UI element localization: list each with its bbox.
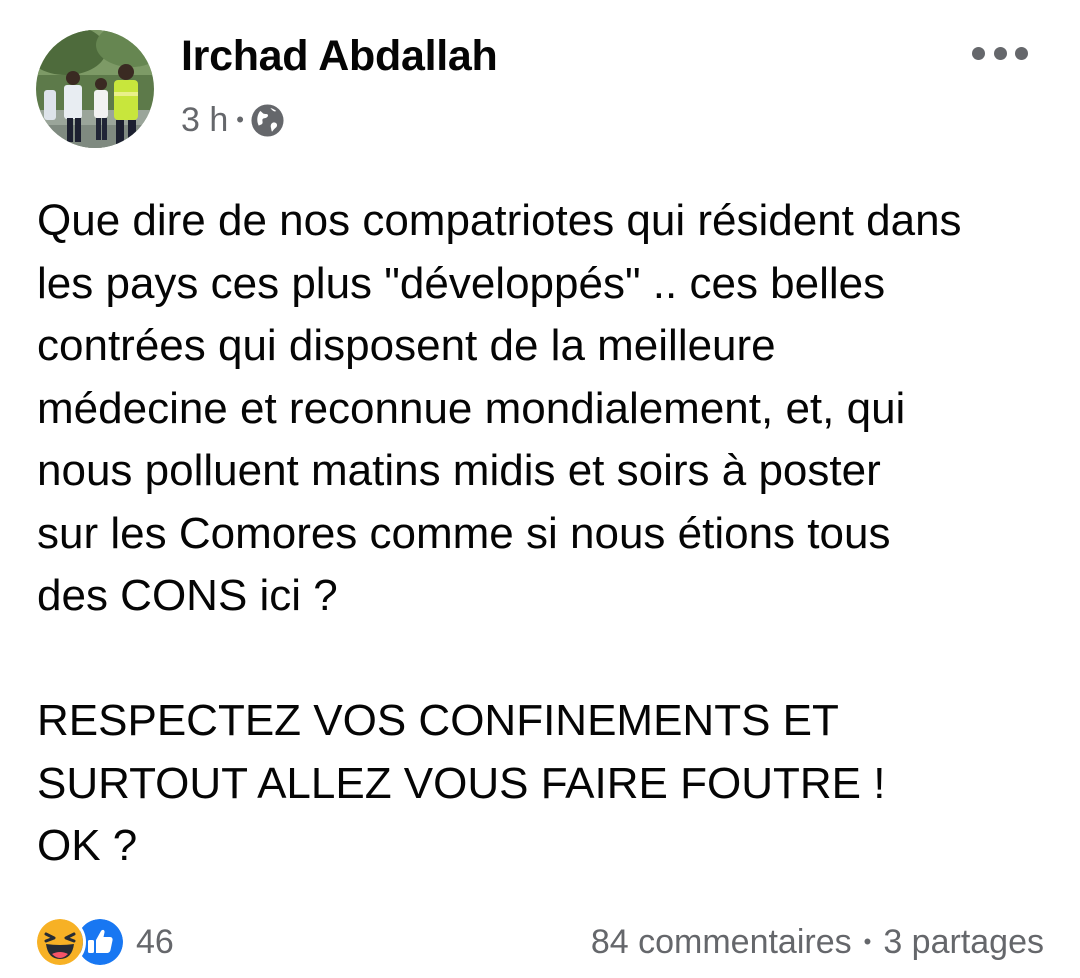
post-text-line: des CONS ici ? bbox=[37, 571, 338, 620]
more-dot bbox=[993, 46, 1007, 60]
author-avatar[interactable] bbox=[36, 30, 154, 148]
post-text-line: nous polluent matins midis et soirs à po… bbox=[37, 446, 881, 495]
shares-count-link[interactable]: 3 partages bbox=[883, 923, 1044, 962]
more-dot bbox=[972, 46, 985, 60]
post-text-line: OK ? bbox=[37, 821, 138, 870]
haha-reaction-icon bbox=[34, 916, 86, 968]
reaction-count: 46 bbox=[136, 922, 174, 961]
post-meta: 3 h • bbox=[181, 98, 285, 142]
reactions-summary[interactable]: 46 bbox=[34, 915, 174, 969]
author-name[interactable]: Irchad Abdallah bbox=[181, 32, 498, 81]
post-text-line: les pays ces plus "développés" .. ces be… bbox=[37, 258, 886, 308]
globe-icon[interactable] bbox=[250, 103, 285, 138]
facebook-post: Irchad Abdallah 3 h • Que dire de nos co… bbox=[0, 0, 1080, 978]
post-text-line: médecine et reconnue mondialement, et, q… bbox=[37, 383, 906, 433]
post-text-line: Que dire de nos compatriotes qui résiden… bbox=[37, 196, 962, 245]
more-dot bbox=[1015, 46, 1028, 60]
engagement-separator: • bbox=[863, 929, 872, 954]
post-text-line: RESPECTEZ VOS CONFINEMENTS ET bbox=[37, 696, 839, 745]
avatar-photo bbox=[36, 30, 154, 148]
engagement-summary: 84 commentaires • 3 partages bbox=[591, 918, 1044, 966]
more-options-icon[interactable] bbox=[972, 40, 1028, 66]
post-text-line: sur les Comores comme si nous étions tou… bbox=[37, 508, 891, 558]
meta-separator: • bbox=[236, 107, 244, 132]
post-body: Que dire de nos compatriotes qui résiden… bbox=[37, 190, 1057, 878]
post-timestamp[interactable]: 3 h bbox=[181, 101, 228, 140]
post-text-line: SURTOUT ALLEZ VOUS FAIRE FOUTRE ! bbox=[37, 758, 886, 808]
comments-count-link[interactable]: 84 commentaires bbox=[591, 923, 852, 962]
post-text-line: contrées qui disposent de la meilleure bbox=[37, 321, 776, 370]
